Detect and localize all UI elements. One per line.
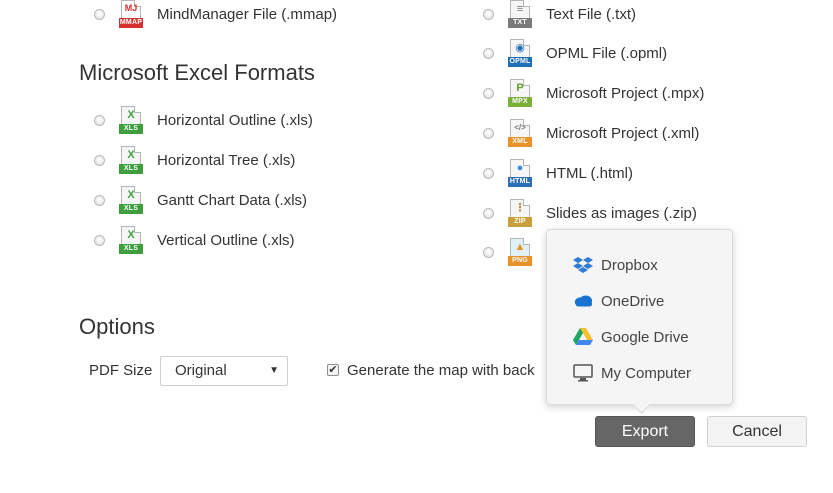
popover-caret bbox=[632, 395, 651, 414]
format-radio[interactable] bbox=[94, 234, 105, 246]
html-file-icon: ● HTML bbox=[508, 159, 532, 187]
format-option-txt[interactable]: ≡ TXT Text File (.txt) bbox=[483, 0, 636, 28]
format-label: MindManager File (.mmap) bbox=[157, 5, 338, 23]
format-radio[interactable] bbox=[94, 114, 105, 126]
destination-dropbox[interactable]: Dropbox bbox=[573, 253, 658, 277]
format-radio[interactable] bbox=[483, 207, 494, 219]
destination-label: Google Drive bbox=[601, 328, 689, 346]
destination-onedrive[interactable]: OneDrive bbox=[573, 289, 664, 313]
format-radio[interactable] bbox=[483, 246, 494, 258]
export-destination-popover: Dropbox OneDrive Google Drive My Compute… bbox=[546, 229, 733, 414]
format-label: Microsoft Project (.xml) bbox=[546, 124, 700, 142]
format-option-xls-vertical-outline[interactable]: X XLS Vertical Outline (.xls) bbox=[94, 226, 295, 254]
format-option-project-xml[interactable]: </> XML Microsoft Project (.xml) bbox=[483, 119, 699, 147]
cancel-button[interactable]: Cancel bbox=[707, 416, 807, 447]
xls-file-icon: X XLS bbox=[119, 106, 143, 134]
section-heading-excel: Microsoft Excel Formats bbox=[79, 60, 315, 85]
format-radio[interactable] bbox=[483, 127, 494, 139]
format-label: Microsoft Project (.mpx) bbox=[546, 84, 705, 102]
destination-label: Dropbox bbox=[601, 256, 658, 274]
png-file-icon: ▲ PNG bbox=[508, 238, 532, 266]
format-option-html[interactable]: ● HTML HTML (.html) bbox=[483, 159, 633, 187]
format-option-xls-horizontal-outline[interactable]: X XLS Horizontal Outline (.xls) bbox=[94, 106, 313, 134]
google-drive-icon bbox=[573, 327, 593, 347]
zip-file-icon: ⋮ ZIP bbox=[508, 199, 532, 227]
mmap-file-icon: MJ MMAP bbox=[119, 0, 143, 28]
destination-google-drive[interactable]: Google Drive bbox=[573, 325, 689, 349]
onedrive-icon bbox=[573, 291, 593, 311]
dropbox-icon bbox=[573, 255, 593, 275]
format-radio[interactable] bbox=[483, 87, 494, 99]
destination-my-computer[interactable]: My Computer bbox=[573, 361, 691, 385]
pdf-size-label: PDF Size bbox=[89, 362, 153, 379]
format-label: Slides as images (.zip) bbox=[546, 204, 697, 222]
pdf-size-value: Original bbox=[175, 362, 227, 379]
format-option-png[interactable]: ▲ PNG bbox=[483, 238, 546, 266]
generate-background-label: Generate the map with back bbox=[347, 362, 535, 379]
format-radio[interactable] bbox=[483, 47, 494, 59]
section-heading-options: Options bbox=[79, 314, 155, 339]
format-radio[interactable] bbox=[483, 167, 494, 179]
xls-file-icon: X XLS bbox=[119, 146, 143, 174]
format-option-xls-horizontal-tree[interactable]: X XLS Horizontal Tree (.xls) bbox=[94, 146, 295, 174]
format-label: Text File (.txt) bbox=[546, 5, 637, 23]
format-label: HTML (.html) bbox=[546, 164, 633, 182]
xls-file-icon: X XLS bbox=[119, 186, 143, 214]
format-radio[interactable] bbox=[94, 8, 105, 20]
format-option-xls-gantt-data[interactable]: X XLS Gantt Chart Data (.xls) bbox=[94, 186, 307, 214]
format-label: Horizontal Tree (.xls) bbox=[157, 151, 296, 169]
xml-file-icon: </> XML bbox=[508, 119, 532, 147]
format-option-mmap[interactable]: MJ MMAP MindManager File (.mmap) bbox=[94, 0, 337, 28]
export-button[interactable]: Export bbox=[595, 416, 695, 447]
format-option-opml[interactable]: ◉ OPML OPML File (.opml) bbox=[483, 39, 667, 67]
generate-background-checkbox[interactable]: ✔ bbox=[327, 364, 339, 376]
format-label: OPML File (.opml) bbox=[546, 44, 668, 62]
mpx-file-icon: P MPX bbox=[508, 79, 532, 107]
format-radio[interactable] bbox=[483, 8, 494, 20]
pdf-size-select[interactable]: Original ▼ bbox=[160, 356, 288, 386]
format-label: Gantt Chart Data (.xls) bbox=[157, 191, 308, 209]
format-label: Vertical Outline (.xls) bbox=[157, 231, 295, 249]
format-option-mpx[interactable]: P MPX Microsoft Project (.mpx) bbox=[483, 79, 704, 107]
computer-icon bbox=[573, 363, 593, 383]
txt-file-icon: ≡ TXT bbox=[508, 0, 532, 28]
format-label: Horizontal Outline (.xls) bbox=[157, 111, 313, 129]
destination-label: OneDrive bbox=[601, 292, 665, 310]
format-radio[interactable] bbox=[94, 194, 105, 206]
destination-label: My Computer bbox=[601, 364, 692, 382]
format-option-zip[interactable]: ⋮ ZIP Slides as images (.zip) bbox=[483, 199, 697, 227]
chevron-down-icon: ▼ bbox=[269, 365, 279, 376]
xls-file-icon: X XLS bbox=[119, 226, 143, 254]
opml-file-icon: ◉ OPML bbox=[508, 39, 532, 67]
format-radio[interactable] bbox=[94, 154, 105, 166]
